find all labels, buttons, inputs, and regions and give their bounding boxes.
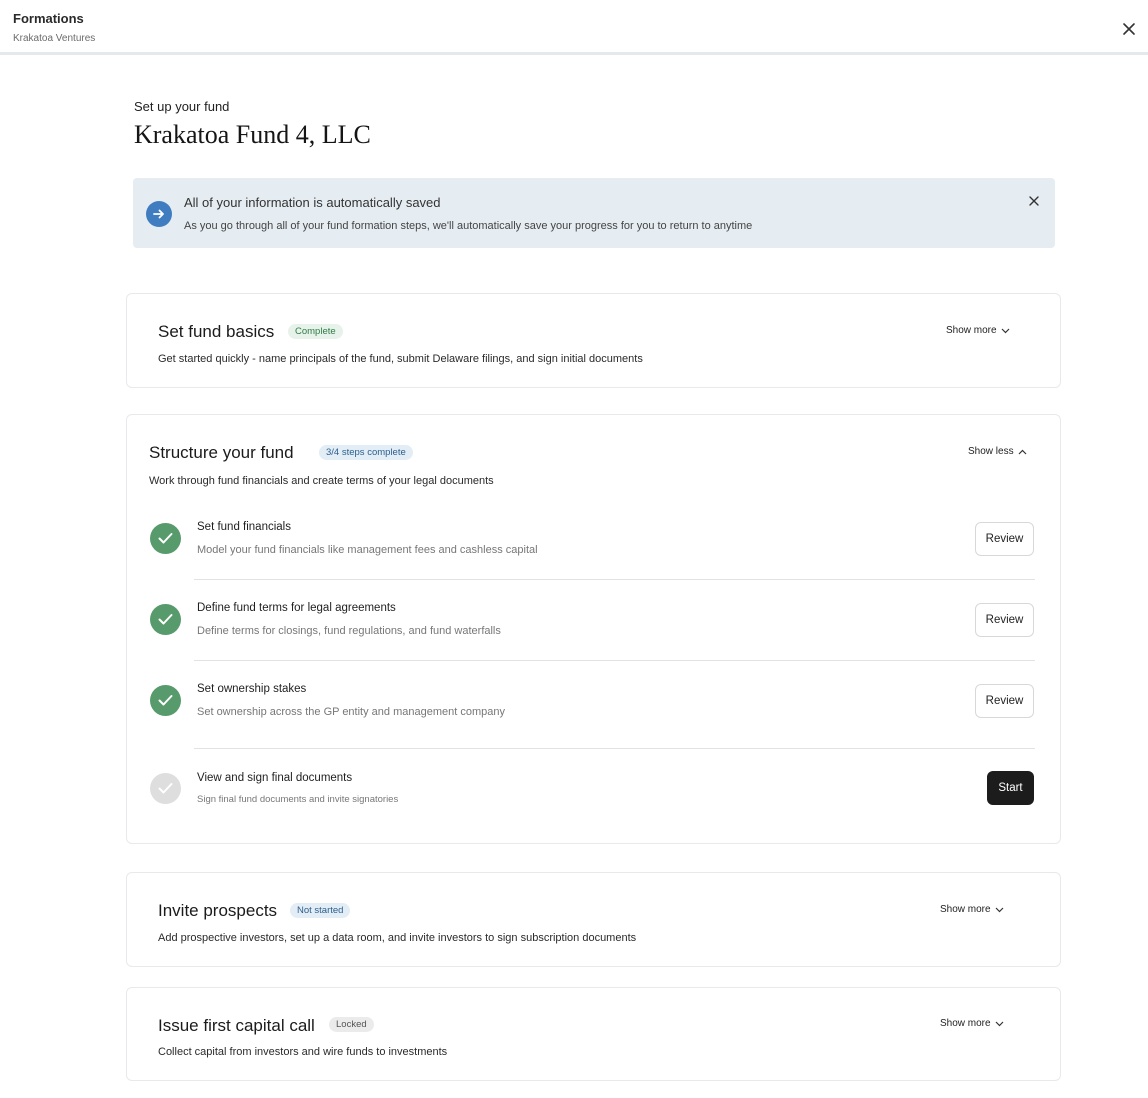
step-divider [194, 748, 1035, 749]
section-structure-your-fund: Structure your fund 3/4 steps complete W… [126, 414, 1061, 844]
section-description: Add prospective investors, set up a data… [158, 932, 637, 944]
step-description: Sign final fund documents and invite sig… [197, 794, 399, 805]
banner-body: As you go through all of your fund forma… [184, 220, 753, 232]
page-eyebrow: Set up your fund [134, 99, 230, 114]
toggle-label: Show more [940, 904, 991, 915]
step-complete-check-icon [150, 685, 181, 716]
organization-name: Krakatoa Ventures [13, 33, 96, 44]
app-title: Formations [13, 11, 84, 26]
chevron-up-icon [1018, 449, 1027, 454]
banner-close-icon[interactable] [1029, 193, 1039, 206]
show-more-toggle[interactable]: Show more [946, 325, 1010, 336]
toggle-label: Show more [946, 325, 997, 336]
status-badge: Not started [290, 903, 351, 918]
show-more-toggle[interactable]: Show more [940, 1018, 1004, 1029]
section-title: Invite prospects [158, 901, 278, 920]
section-invite-prospects: Invite prospects Not started Add prospec… [126, 872, 1061, 967]
section-issue-capital-call: Issue first capital call Locked Collect … [126, 987, 1061, 1081]
arrow-right-icon [146, 201, 172, 227]
step-divider [194, 579, 1035, 580]
banner-title: All of your information is automatically… [184, 195, 441, 210]
step-pending-check-icon [150, 773, 181, 804]
step-title: View and sign final documents [197, 772, 353, 784]
section-title: Set fund basics [158, 322, 275, 341]
section-description: Get started quickly - name principals of… [158, 353, 643, 365]
autosave-banner: All of your information is automatically… [133, 178, 1055, 248]
step-complete-check-icon [150, 523, 181, 554]
step-title: Set ownership stakes [197, 683, 307, 695]
section-title: Issue first capital call [158, 1016, 315, 1035]
step-description: Set ownership across the GP entity and m… [197, 706, 505, 718]
section-description: Work through fund financials and create … [149, 475, 494, 487]
page-title: Krakatoa Fund 4, LLC [134, 120, 371, 149]
show-more-toggle[interactable]: Show more [940, 904, 1004, 915]
chevron-down-icon [995, 1021, 1004, 1026]
top-bar: Formations Krakatoa Ventures [0, 0, 1148, 55]
review-button-ownership-stakes[interactable]: Review [975, 684, 1034, 718]
step-divider [194, 660, 1035, 661]
status-badge: Complete [288, 324, 343, 339]
section-set-fund-basics: Set fund basics Complete Get started qui… [126, 293, 1061, 388]
section-title: Structure your fund [149, 443, 294, 462]
step-description: Define terms for closings, fund regulati… [197, 625, 501, 637]
toggle-label: Show less [968, 446, 1014, 457]
start-button-final-documents[interactable]: Start [987, 771, 1034, 805]
step-description: Model your fund financials like manageme… [197, 544, 538, 556]
review-button-fund-terms[interactable]: Review [975, 603, 1034, 637]
section-description: Collect capital from investors and wire … [158, 1046, 448, 1058]
show-less-toggle[interactable]: Show less [968, 446, 1027, 457]
review-button-fund-financials[interactable]: Review [975, 522, 1034, 556]
chevron-down-icon [995, 907, 1004, 912]
close-icon[interactable] [1120, 20, 1138, 38]
chevron-down-icon [1001, 328, 1010, 333]
step-title: Set fund financials [197, 521, 291, 533]
step-complete-check-icon [150, 604, 181, 635]
toggle-label: Show more [940, 1018, 991, 1029]
status-badge: 3/4 steps complete [319, 445, 413, 460]
status-badge: Locked [329, 1017, 374, 1032]
step-title: Define fund terms for legal agreements [197, 602, 396, 614]
